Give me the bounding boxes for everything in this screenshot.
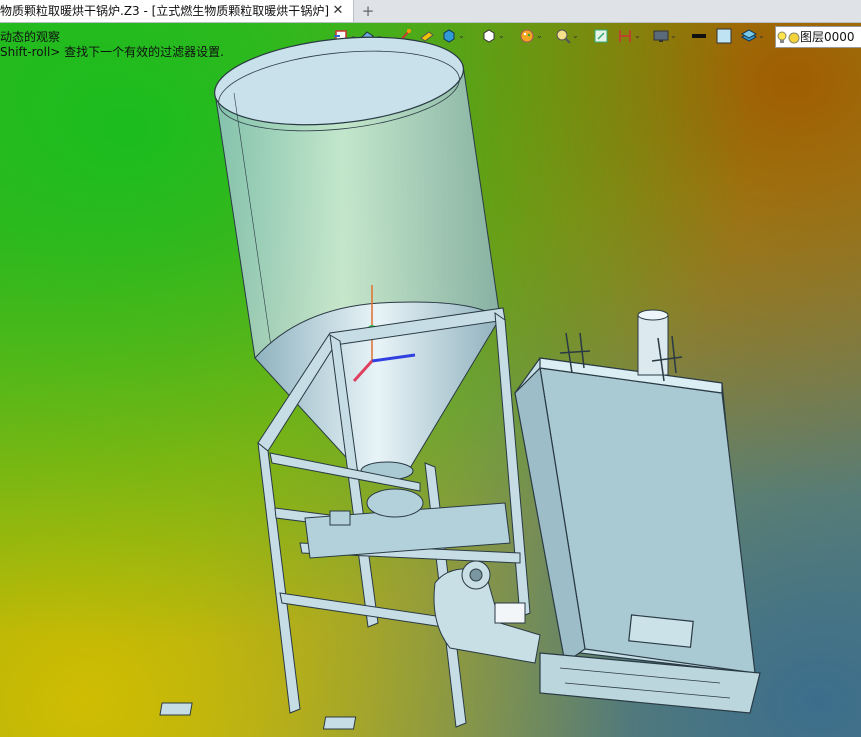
boiler-body: [514, 357, 761, 714]
add-tab-button[interactable]: +: [358, 0, 378, 22]
chimney-pipe: [637, 309, 669, 376]
feeder-auger: [304, 488, 511, 559]
close-icon[interactable]: ✕: [330, 0, 346, 22]
3d-viewport[interactable]: 动态的观察 Shift-roll> 查找下一个有效的过滤器设置. ⌄ ⌄ ⌄ ⌄…: [0, 23, 861, 737]
document-tab-title: 物质颗粒取暖烘干锅炉.Z3 - [立式燃生物质颗粒取暖烘干锅炉]: [0, 4, 329, 18]
tab-bar: 物质颗粒取暖烘干锅炉.Z3 - [立式燃生物质颗粒取暖烘干锅炉] ✕ +: [0, 0, 861, 23]
document-tab[interactable]: 物质颗粒取暖烘干锅炉.Z3 - [立式燃生物质颗粒取暖烘干锅炉] ✕: [0, 0, 354, 22]
boiler-model: [159, 36, 761, 730]
